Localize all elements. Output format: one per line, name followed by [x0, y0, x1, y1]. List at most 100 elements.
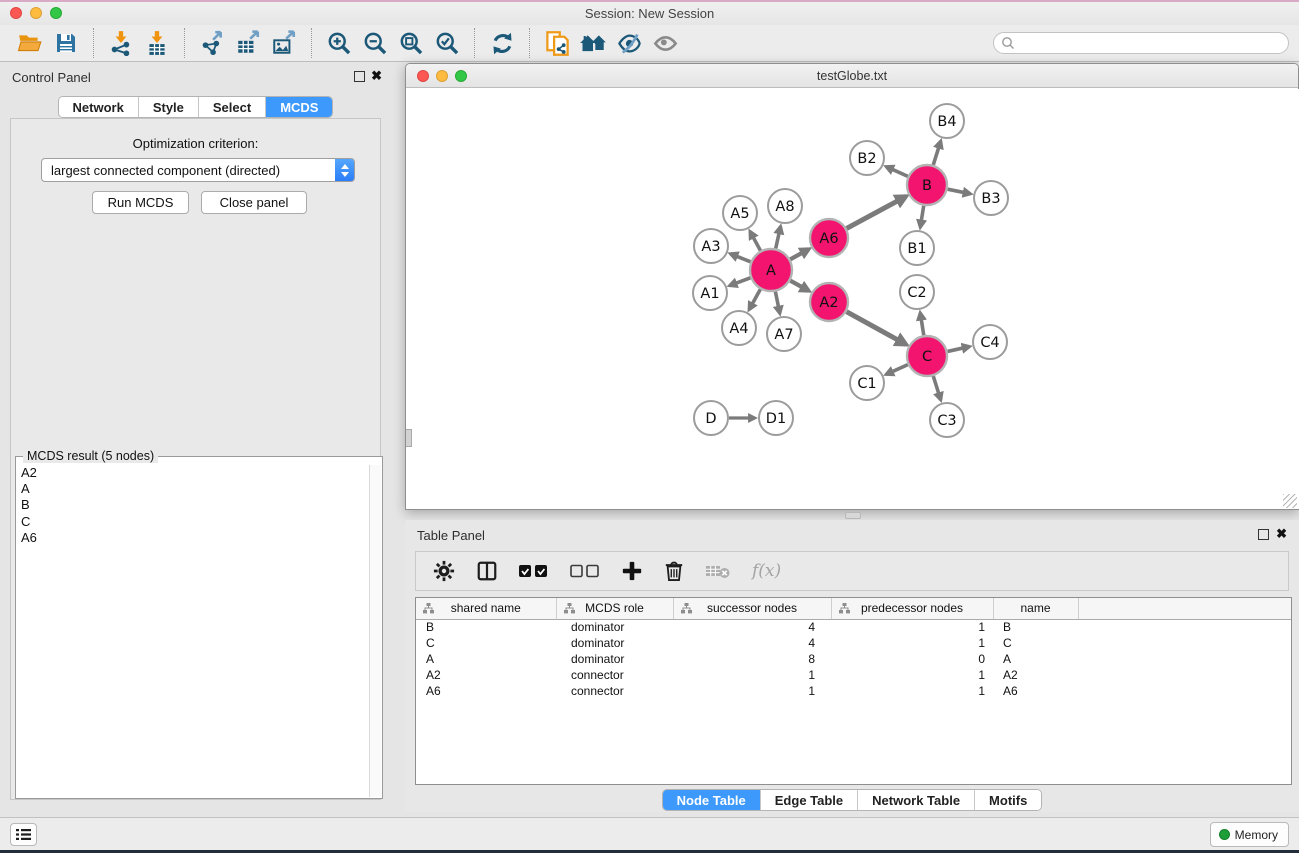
graph-edge-A6-B[interactable]: [847, 196, 906, 228]
graph-node-B4[interactable]: B4: [930, 104, 964, 138]
graph-node-A4[interactable]: A4: [722, 311, 756, 345]
graph-edge-B-B1[interactable]: [920, 206, 923, 228]
graph-node-A7[interactable]: A7: [767, 317, 801, 351]
graph-node-B[interactable]: B: [907, 165, 947, 205]
zoom-out-icon[interactable]: [360, 28, 390, 58]
criterion-select[interactable]: largest connected component (directed): [41, 158, 355, 182]
apply-layout-icon[interactable]: [487, 28, 517, 58]
minimize-network-window-button[interactable]: [436, 70, 448, 82]
graph-node-C2[interactable]: C2: [900, 275, 934, 309]
graph-edge-A-A8[interactable]: [776, 227, 781, 249]
graph-node-A6[interactable]: A6: [810, 219, 848, 257]
mcds-result-item[interactable]: A6: [17, 530, 369, 546]
graph-node-B2[interactable]: B2: [850, 141, 884, 175]
column-header-mcds-role[interactable]: MCDS role: [556, 598, 673, 619]
graph-edge-A-A1[interactable]: [730, 278, 751, 286]
delete-table-icon[interactable]: [705, 562, 731, 580]
close-panel-icon[interactable]: ✖: [1276, 526, 1287, 542]
mcds-result-item[interactable]: C: [17, 514, 369, 530]
mcds-result-item[interactable]: A: [17, 481, 369, 497]
graph-node-A3[interactable]: A3: [694, 229, 728, 263]
graph-edge-C-C2[interactable]: [920, 313, 924, 336]
graph-edge-C-C4[interactable]: [947, 347, 969, 352]
tab-style[interactable]: Style: [139, 97, 199, 117]
graph-node-D1[interactable]: D1: [759, 401, 793, 435]
houses-icon[interactable]: [578, 28, 608, 58]
tab-motifs[interactable]: Motifs: [975, 790, 1041, 810]
resize-grip-icon[interactable]: [1283, 494, 1297, 508]
run-mcds-button[interactable]: Run MCDS: [92, 191, 189, 214]
open-session-icon[interactable]: [15, 28, 45, 58]
graph-node-C3[interactable]: C3: [930, 403, 964, 437]
result-scrollbar[interactable]: [369, 465, 381, 797]
titlebar[interactable]: Session: New Session: [0, 2, 1299, 25]
tab-mcds[interactable]: MCDS: [266, 97, 332, 117]
zoom-in-icon[interactable]: [324, 28, 354, 58]
graph-edge-A-A3[interactable]: [730, 254, 750, 262]
delete-column-trash-icon[interactable]: [664, 560, 684, 582]
splitter-handle[interactable]: [845, 512, 861, 519]
graph-edge-A-A2[interactable]: [790, 281, 809, 291]
close-panel-icon[interactable]: ✖: [371, 68, 382, 84]
zoom-window-button[interactable]: [50, 7, 62, 19]
column-header-predecessor-nodes[interactable]: predecessor nodes: [831, 598, 993, 619]
graph-node-A[interactable]: A: [750, 249, 792, 291]
close-panel-button[interactable]: Close panel: [201, 191, 307, 214]
table-row[interactable]: Cdominator41C: [416, 635, 1291, 651]
close-network-window-button[interactable]: [417, 70, 429, 82]
search-input[interactable]: [993, 32, 1289, 54]
show-columns-icon[interactable]: [476, 560, 498, 582]
minimize-window-button[interactable]: [30, 7, 42, 19]
tab-network-table[interactable]: Network Table: [858, 790, 975, 810]
mcds-result-list[interactable]: A2ABCA6: [17, 465, 369, 797]
graph-edge-A2-C[interactable]: [847, 312, 906, 345]
tab-node-table[interactable]: Node Table: [663, 790, 761, 810]
column-header-name[interactable]: name: [993, 598, 1078, 619]
show-graphics-details-icon[interactable]: [650, 28, 680, 58]
graph-edge-B-B3[interactable]: [948, 189, 971, 194]
graph-node-A1[interactable]: A1: [693, 276, 727, 310]
network-window-titlebar[interactable]: testGlobe.txt: [406, 64, 1298, 88]
select-all-rows-icon[interactable]: [519, 563, 549, 579]
export-image-icon[interactable]: [269, 28, 299, 58]
float-panel-icon[interactable]: [1258, 529, 1269, 540]
tab-network[interactable]: Network: [59, 97, 139, 117]
hide-graphics-details-icon[interactable]: [614, 28, 644, 58]
mcds-result-item[interactable]: A2: [17, 465, 369, 481]
save-session-icon[interactable]: [51, 28, 81, 58]
create-column-plus-icon[interactable]: [621, 560, 643, 582]
import-network-icon[interactable]: [106, 28, 136, 58]
graph-node-B1[interactable]: B1: [900, 231, 934, 265]
table-row[interactable]: Adominator80A: [416, 651, 1291, 667]
memory-button[interactable]: Memory: [1210, 822, 1289, 847]
tab-edge-table[interactable]: Edge Table: [761, 790, 858, 810]
tab-select[interactable]: Select: [199, 97, 266, 117]
graph-node-A5[interactable]: A5: [723, 196, 757, 230]
zoom-selected-icon[interactable]: [432, 28, 462, 58]
table-row[interactable]: A6connector11A6: [416, 683, 1291, 699]
graph-edge-B-B4[interactable]: [933, 141, 940, 165]
export-table-icon[interactable]: [233, 28, 263, 58]
graph-node-C[interactable]: C: [907, 336, 947, 376]
zoom-network-window-button[interactable]: [455, 70, 467, 82]
mcds-result-item[interactable]: B: [17, 497, 369, 513]
clone-network-icon[interactable]: [542, 28, 572, 58]
float-panel-icon[interactable]: [354, 71, 365, 82]
table-row[interactable]: A2connector11A2: [416, 667, 1291, 683]
table-settings-gear-icon[interactable]: [433, 560, 455, 582]
column-header-shared-name[interactable]: shared name: [416, 598, 556, 619]
node-table[interactable]: shared name MCDS role successor nodes: [415, 597, 1292, 785]
graph-edge-B-B2[interactable]: [886, 167, 908, 177]
graph-edge-A-A6[interactable]: [790, 249, 809, 259]
graph-edge-A-A5[interactable]: [750, 231, 760, 250]
graph-node-B3[interactable]: B3: [974, 181, 1008, 215]
graph-node-A8[interactable]: A8: [768, 189, 802, 223]
table-row[interactable]: Bdominator41B: [416, 619, 1291, 635]
graph-edge-C-C1[interactable]: [886, 365, 908, 375]
graph-edge-A-A4[interactable]: [749, 289, 760, 309]
graph-edge-A-A7[interactable]: [775, 292, 779, 314]
network-canvas[interactable]: B4B2BB3A8A5A6A3B1AA1C2A2A4A7C4CC1C3DD1: [407, 89, 1299, 509]
task-history-button[interactable]: [10, 823, 37, 846]
close-window-button[interactable]: [10, 7, 22, 19]
graph-node-C4[interactable]: C4: [973, 325, 1007, 359]
